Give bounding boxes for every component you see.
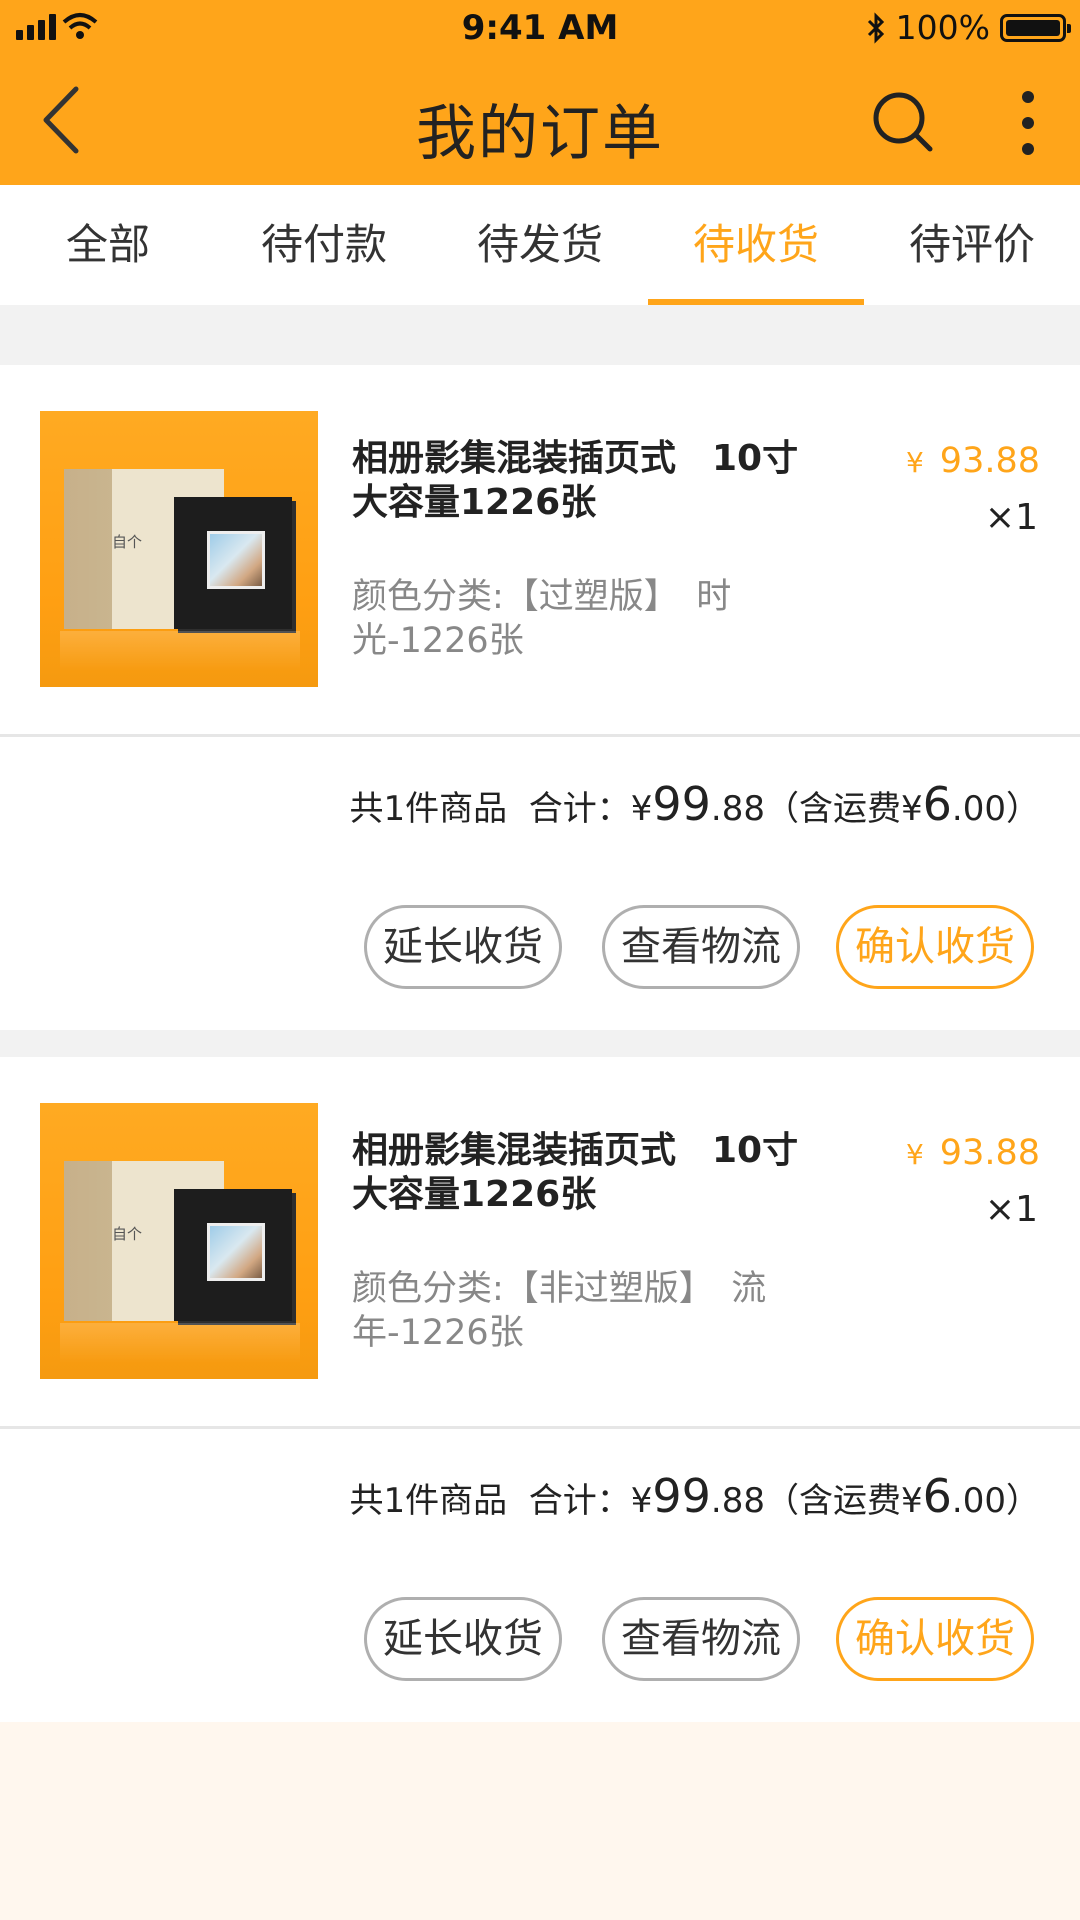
divider: [0, 1426, 1080, 1429]
order-summary: 共1件商品 合计：¥99.88（含运费¥6.00）: [349, 1469, 1040, 1523]
total-decimal: .88: [710, 789, 765, 829]
shipping-decimal: .00: [951, 1481, 1006, 1521]
status-bar: 9:41 AM 100%: [0, 0, 1080, 55]
total-decimal: .88: [710, 1481, 765, 1521]
tab-pending-shipment[interactable]: 待发货: [432, 185, 648, 305]
view-logistics-button[interactable]: 查看物流: [602, 905, 800, 989]
order-card: 自个 相册影集混装插页式 10寸大容量1226张 颜色分类:【非过塑版】 流年-…: [0, 1057, 1080, 1722]
product-album: [174, 497, 292, 629]
battery-icon: [1000, 13, 1071, 42]
item-count: 共1件商品: [349, 1481, 508, 1521]
album-photo: [207, 1223, 265, 1281]
order-summary: 共1件商品 合计：¥99.88（含运费¥6.00）: [349, 777, 1040, 831]
tab-pending-payment[interactable]: 待付款: [216, 185, 432, 305]
shipping-prefix: （含运费: [765, 789, 901, 829]
order-tabs: 全部 待付款 待发货 待收货 待评价: [0, 185, 1080, 305]
currency-symbol: ¥: [905, 446, 924, 479]
section-gap: [0, 1030, 1080, 1057]
product-image[interactable]: 自个: [40, 1103, 318, 1379]
box-logo: 自个: [112, 1225, 143, 1243]
reflection: [60, 631, 300, 671]
status-right: 100%: [866, 8, 1071, 47]
price-value: 93.88: [939, 1133, 1040, 1173]
confirm-receipt-button[interactable]: 确认收货: [836, 905, 1034, 989]
album-photo: [207, 531, 265, 589]
header: 9:41 AM 100% 我的订单: [0, 0, 1080, 185]
shipping-symbol: ¥: [901, 1481, 923, 1521]
box-logo: 自个: [112, 533, 143, 551]
total-symbol: ¥: [630, 789, 653, 829]
shipping-prefix: （含运费: [765, 1481, 901, 1521]
shipping-integer: 6: [922, 777, 952, 831]
product-spec: 颜色分类:【过塑版】 时光-1226张: [352, 577, 732, 661]
shipping-decimal: .00: [951, 789, 1006, 829]
more-icon[interactable]: [1012, 85, 1044, 161]
total-label: 合计：: [528, 789, 631, 829]
total-label: 合计：: [528, 1481, 631, 1521]
product-album: [174, 1189, 292, 1321]
tab-label: 待收货: [692, 220, 819, 269]
search-icon[interactable]: [870, 89, 936, 155]
product-image[interactable]: 自个: [40, 411, 318, 687]
section-gap: [0, 305, 1080, 365]
nav-bar: 我的订单: [0, 55, 1080, 185]
product-quantity: ×1: [984, 1189, 1038, 1230]
item-count: 共1件商品: [349, 789, 508, 829]
tab-label: 待评价: [908, 220, 1035, 269]
product-price: ¥93.88: [906, 441, 1040, 481]
tab-pending-receipt[interactable]: 待收货: [648, 185, 864, 305]
extend-receipt-button[interactable]: 延长收货: [364, 905, 562, 989]
product-quantity: ×1: [984, 497, 1038, 538]
order-card: 自个 相册影集混装插页式 10寸大容量1226张 颜色分类:【过塑版】 时光-1…: [0, 365, 1080, 1030]
total-integer: 99: [652, 777, 711, 831]
battery-percent: 100%: [895, 8, 990, 47]
product-spec: 颜色分类:【非过塑版】 流年-1226张: [352, 1269, 767, 1353]
bluetooth-icon: [867, 11, 884, 44]
shipping-integer: 6: [922, 1469, 952, 1523]
shipping-symbol: ¥: [901, 789, 923, 829]
total-integer: 99: [652, 1469, 711, 1523]
product-price: ¥93.88: [906, 1133, 1040, 1173]
shipping-suffix: ）: [1006, 789, 1040, 829]
tab-pending-review[interactable]: 待评价: [864, 185, 1080, 305]
extend-receipt-button[interactable]: 延长收货: [364, 1597, 562, 1681]
tab-label: 全部: [65, 220, 150, 269]
view-logistics-button[interactable]: 查看物流: [602, 1597, 800, 1681]
product-name[interactable]: 相册影集混装插页式 10寸大容量1226张: [352, 437, 832, 525]
tab-label: 待付款: [260, 220, 387, 269]
price-value: 93.88: [939, 441, 1040, 481]
currency-symbol: ¥: [905, 1138, 924, 1171]
tab-label: 待发货: [476, 220, 603, 269]
divider: [0, 734, 1080, 737]
total-symbol: ¥: [630, 1481, 653, 1521]
product-name[interactable]: 相册影集混装插页式 10寸大容量1226张: [352, 1129, 832, 1217]
shipping-suffix: ）: [1006, 1481, 1040, 1521]
confirm-receipt-button[interactable]: 确认收货: [836, 1597, 1034, 1681]
tab-all[interactable]: 全部: [0, 185, 216, 305]
reflection: [60, 1323, 300, 1363]
